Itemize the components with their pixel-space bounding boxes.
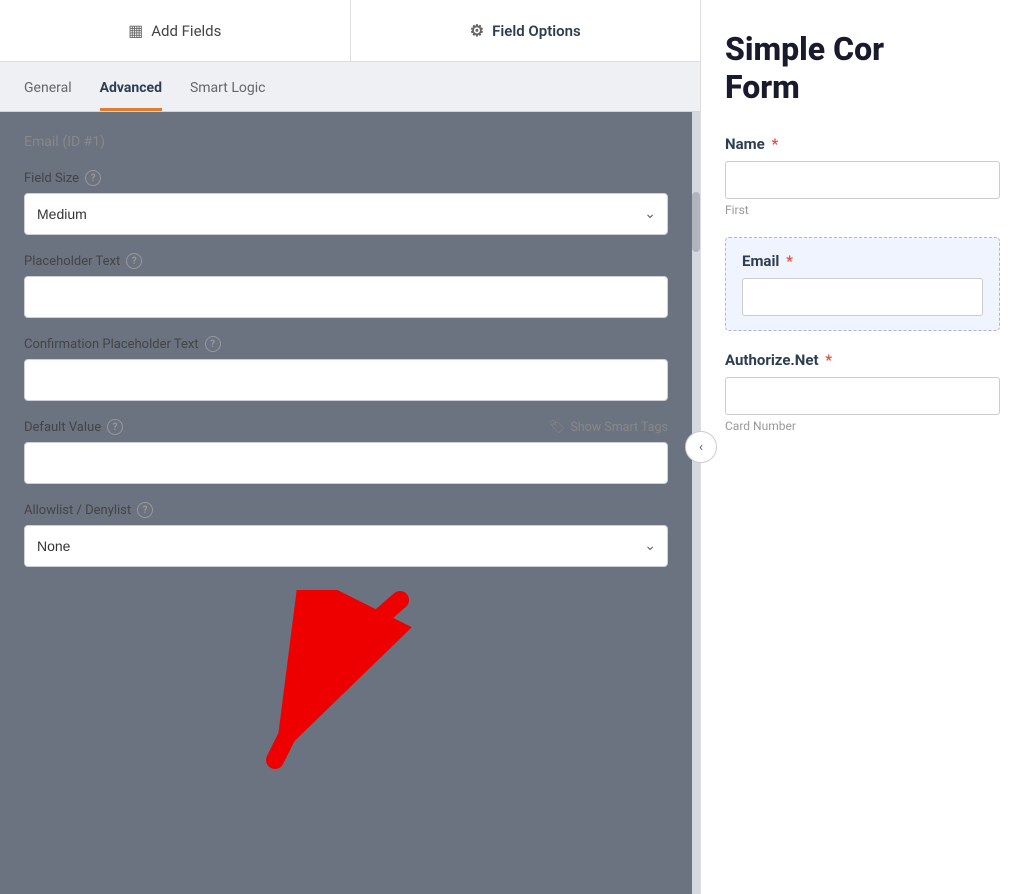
confirmation-placeholder-input[interactable] <box>24 359 668 401</box>
tag-icon: 🏷 <box>549 420 566 435</box>
preview-authorize-input[interactable] <box>725 377 1000 415</box>
collapse-panel-button[interactable]: ‹ <box>685 431 717 463</box>
preview-authorize-field: Authorize.Net * Card Number <box>725 351 1000 433</box>
field-options-label: Field Options <box>492 22 581 40</box>
preview-name-field: Name * First <box>725 135 1000 217</box>
allowlist-denylist-group: Allowlist / Denylist ? None Allowlist De… <box>24 502 668 567</box>
field-name: Email <box>24 134 59 150</box>
confirmation-placeholder-group: Confirmation Placeholder Text ? <box>24 336 668 401</box>
placeholder-text-group: Placeholder Text ? <box>24 253 668 318</box>
field-options-content: Email (ID #1) Field Size ? Small Medium … <box>0 112 692 894</box>
top-tab-bar: ▦ Add Fields ⚙ Field Options <box>0 0 700 62</box>
field-size-select-wrapper: Small Medium Large ⌄ <box>24 193 668 235</box>
form-preview-panel: ‹ Simple Cor Form Name * First Email * A… <box>700 0 1024 894</box>
field-id: (ID #1) <box>62 134 105 150</box>
default-value-label: Default Value ? <box>24 419 123 435</box>
allowlist-denylist-select[interactable]: None Allowlist Denylist <box>24 525 668 567</box>
scrollbar-thumb[interactable] <box>692 192 700 252</box>
default-value-label-row: Default Value ? 🏷 Show Smart Tags <box>24 419 668 435</box>
placeholder-text-label: Placeholder Text ? <box>24 253 668 269</box>
allowlist-denylist-select-wrapper: None Allowlist Denylist ⌄ <box>24 525 668 567</box>
preview-email-input[interactable] <box>742 278 983 316</box>
confirmation-placeholder-label: Confirmation Placeholder Text ? <box>24 336 668 352</box>
add-fields-icon: ▦ <box>128 21 143 40</box>
form-preview-title: Simple Cor Form <box>725 30 1000 107</box>
preview-name-input[interactable] <box>725 161 1000 199</box>
confirmation-placeholder-help-icon[interactable]: ? <box>205 336 221 352</box>
placeholder-text-help-icon[interactable]: ? <box>126 253 142 269</box>
default-value-help-icon[interactable]: ? <box>107 419 123 435</box>
preview-name-required: * <box>771 135 778 153</box>
placeholder-text-input[interactable] <box>24 276 668 318</box>
field-size-help-icon[interactable]: ? <box>85 170 101 186</box>
smart-tags-label: Show Smart Tags <box>570 420 668 435</box>
field-size-select[interactable]: Small Medium Large <box>24 193 668 235</box>
scrollbar-track[interactable] <box>692 112 700 894</box>
add-fields-label: Add Fields <box>151 22 221 40</box>
preview-authorize-required: * <box>825 351 832 369</box>
preview-email-section: Email * <box>725 237 1000 331</box>
tab-smart-logic[interactable]: Smart Logic <box>190 80 265 111</box>
field-title: Email (ID #1) <box>24 132 668 150</box>
preview-email-label: Email <box>742 252 779 270</box>
preview-email-required: * <box>786 252 793 270</box>
preview-card-number-label: Card Number <box>725 419 1000 433</box>
allowlist-denylist-help-icon[interactable]: ? <box>137 502 153 518</box>
preview-authorize-label: Authorize.Net <box>725 351 819 369</box>
field-size-label: Field Size ? <box>24 170 668 186</box>
tab-general[interactable]: General <box>24 80 72 111</box>
default-value-group: Default Value ? 🏷 Show Smart Tags <box>24 419 668 484</box>
tab-add-fields[interactable]: ▦ Add Fields <box>0 0 351 61</box>
preview-name-label: Name <box>725 135 765 153</box>
sub-tab-bar: General Advanced Smart Logic <box>0 62 700 112</box>
preview-name-sub-label: First <box>725 203 1000 217</box>
default-value-input[interactable] <box>24 442 668 484</box>
field-size-group: Field Size ? Small Medium Large ⌄ <box>24 170 668 235</box>
tab-advanced[interactable]: Advanced <box>100 80 162 111</box>
show-smart-tags-button[interactable]: 🏷 Show Smart Tags <box>549 420 668 435</box>
tab-field-options[interactable]: ⚙ Field Options <box>351 0 701 61</box>
field-options-icon: ⚙ <box>470 21 484 40</box>
allowlist-denylist-label: Allowlist / Denylist ? <box>24 502 668 518</box>
